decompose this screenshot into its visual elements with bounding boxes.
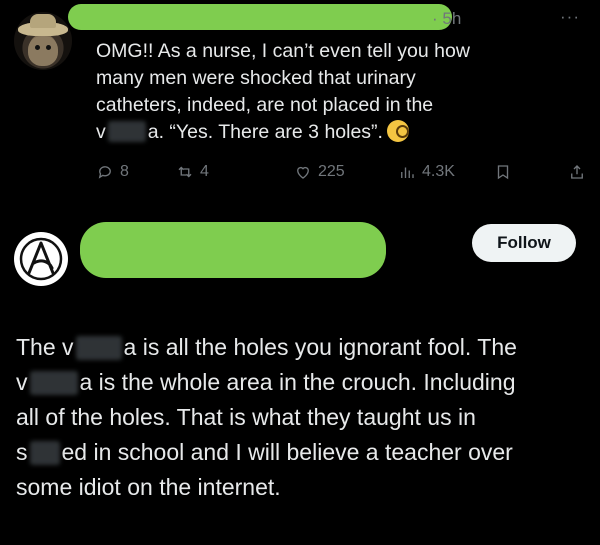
follow-button[interactable]: Follow xyxy=(472,224,576,262)
heart-icon xyxy=(297,166,309,179)
reply-line: s ed in school and I will believe a teach… xyxy=(16,435,591,470)
repost-button[interactable]: 4 xyxy=(176,163,209,181)
monocle-face-emoji-icon xyxy=(386,120,409,142)
dog-face-shape xyxy=(28,36,58,66)
tweet-line-text: many men were shocked that urinary xyxy=(96,67,416,89)
reply-icon xyxy=(98,166,111,179)
redacted-author-name xyxy=(68,4,452,30)
tweet-line-text: OMG!! As a nurse, I can’t even tell you … xyxy=(96,40,470,62)
reply-line-text: a is the whole area in the crouch. Inclu… xyxy=(79,369,516,395)
reply-line-text: all of the holes. That is what they taug… xyxy=(16,404,476,430)
tweet-actions-bar: 8 4 225 4.3K xyxy=(96,163,591,189)
like-count: 225 xyxy=(318,163,345,180)
views-count: 4.3K xyxy=(422,163,455,180)
tweet-line-text: a. “Yes. There are 3 holes”. xyxy=(147,121,383,143)
tweet-line: OMG!! As a nurse, I can’t even tell you … xyxy=(96,38,566,65)
tweet-line: many men were shocked that urinary xyxy=(96,65,566,92)
author-avatar[interactable] xyxy=(14,12,72,70)
eye-left xyxy=(35,45,40,50)
reply-line-text: v xyxy=(16,369,28,395)
atheist-a-logo-icon xyxy=(19,237,63,281)
views-button[interactable]: 4.3K xyxy=(398,163,455,181)
reply-button[interactable]: 8 xyxy=(96,163,129,181)
share-icon xyxy=(571,165,583,179)
repost-count: 4 xyxy=(200,163,209,180)
tweet-line: catheters, indeed, are not placed in the xyxy=(96,92,566,119)
reply-count: 8 xyxy=(120,163,129,180)
reply-line: all of the holes. That is what they taug… xyxy=(16,400,591,435)
reply-line: v a is the whole area in the crouch. Incl… xyxy=(16,365,591,400)
tweet-line: v a. “Yes. There are 3 holes”. xyxy=(96,119,566,146)
eye-right xyxy=(46,45,51,50)
tweet-line-text: catheters, indeed, are not placed in the xyxy=(96,94,434,116)
censor-blur xyxy=(29,441,60,465)
censor-blur xyxy=(107,121,146,142)
tweet-line-text: v xyxy=(96,121,106,143)
timestamp-text: 5h xyxy=(442,9,462,28)
reply-line-text: The v xyxy=(16,334,74,360)
reply-line-text: some idiot on the internet. xyxy=(16,474,281,500)
tweet-body: OMG!! As a nurse, I can’t even tell you … xyxy=(96,38,566,146)
views-chart-icon xyxy=(401,167,414,178)
bookmark-button[interactable] xyxy=(494,163,512,181)
like-button[interactable]: 225 xyxy=(294,163,345,181)
replier-avatar[interactable] xyxy=(14,232,68,286)
reply-line: The v a is all the holes you ignorant foo… xyxy=(16,330,591,365)
share-button[interactable] xyxy=(568,163,586,181)
tweet-timestamp[interactable]: · 5h xyxy=(432,9,461,29)
repost-icon xyxy=(178,166,192,178)
reply-line-text: s xyxy=(16,439,28,465)
hat-crown-shape xyxy=(30,14,56,28)
reply-line-text: ed in school and I will believe a teache… xyxy=(61,439,513,465)
reply-line-text: a is all the holes you ignorant fool. Th… xyxy=(123,334,517,360)
reply-body: The v a is all the holes you ignorant foo… xyxy=(16,330,591,505)
redacted-replier-name xyxy=(80,222,386,278)
reply-line: some idiot on the internet. xyxy=(16,470,591,505)
censor-blur xyxy=(75,336,122,360)
bookmark-icon xyxy=(497,165,509,180)
censor-blur xyxy=(29,371,78,395)
more-options-icon[interactable]: ··· xyxy=(560,7,580,27)
